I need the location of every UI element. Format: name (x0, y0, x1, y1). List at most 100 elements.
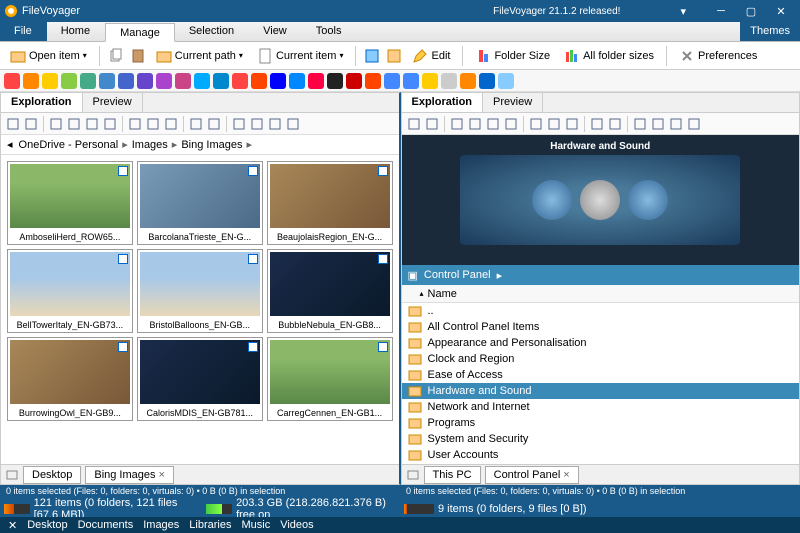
lock-icon[interactable] (23, 116, 39, 132)
close-tab-icon[interactable]: × (563, 469, 569, 481)
launcher-icon-19[interactable] (365, 73, 381, 89)
launcher-icon-21[interactable] (403, 73, 419, 89)
preferences-button[interactable]: Preferences (675, 46, 761, 66)
thumbnail-item[interactable]: CarregCennen_EN-GB1... (267, 337, 393, 421)
folder-icon[interactable] (406, 116, 422, 132)
quick-documents[interactable]: Documents (78, 519, 134, 531)
up-icon[interactable] (686, 116, 702, 132)
tree-icon[interactable] (528, 116, 544, 132)
group-icon[interactable] (607, 116, 623, 132)
launcher-icon-25[interactable] (479, 73, 495, 89)
tab-preview[interactable]: Preview (483, 93, 543, 112)
quick-videos[interactable]: Videos (280, 519, 313, 531)
launcher-icon-20[interactable] (384, 73, 400, 89)
breadcrumb-seg[interactable]: Control Panel (424, 269, 491, 281)
all-folder-sizes-button[interactable]: All folder sizes (560, 46, 658, 66)
tiles-view-icon[interactable] (485, 116, 501, 132)
list-item[interactable]: Network and Internet (402, 399, 800, 415)
tiles-view-icon[interactable] (84, 116, 100, 132)
launcher-icon-11[interactable] (213, 73, 229, 89)
close-quickbar-icon[interactable]: ✕ (8, 519, 17, 532)
launcher-icon-4[interactable] (80, 73, 96, 89)
up-icon[interactable] (285, 116, 301, 132)
news-dropdown-icon[interactable]: ▾ (680, 5, 686, 18)
list-item[interactable]: Ease of Access (402, 367, 800, 383)
list-view-icon[interactable] (48, 116, 64, 132)
filter-icon[interactable] (163, 116, 179, 132)
thumbnails-view-icon[interactable] (102, 116, 118, 132)
forward-icon[interactable] (668, 116, 684, 132)
file-list[interactable]: ..All Control Panel ItemsAppearance and … (402, 303, 800, 464)
filter-icon[interactable] (564, 116, 580, 132)
launcher-icon-16[interactable] (308, 73, 324, 89)
thumbnails-view-icon[interactable] (503, 116, 519, 132)
list-item[interactable]: Clock and Region (402, 351, 800, 367)
menu-manage[interactable]: Manage (105, 23, 175, 42)
back-icon[interactable] (249, 116, 265, 132)
close-tab-icon[interactable]: × (159, 469, 165, 481)
tree-icon[interactable] (127, 116, 143, 132)
action1-icon[interactable] (364, 48, 380, 64)
thumbnail-item[interactable]: BurrowingOwl_EN-GB9... (7, 337, 133, 421)
edit-button[interactable]: Edit (408, 46, 454, 66)
menu-selection[interactable]: Selection (175, 22, 249, 41)
launcher-icon-22[interactable] (422, 73, 438, 89)
columns-icon[interactable] (145, 116, 161, 132)
launcher-icon-8[interactable] (156, 73, 172, 89)
tab-exploration[interactable]: Exploration (1, 93, 83, 112)
list-view-icon[interactable] (449, 116, 465, 132)
launcher-icon-10[interactable] (194, 73, 210, 89)
breadcrumb-back-icon[interactable]: ◂ (7, 138, 13, 151)
breadcrumb-seg[interactable]: Bing Images (181, 139, 242, 151)
thumbnail-item[interactable]: BarcolanaTrieste_EN-G... (137, 161, 263, 245)
launcher-icon-2[interactable] (42, 73, 58, 89)
thumbnail-item[interactable]: AmboseliHerd_ROW65... (7, 161, 133, 245)
current-path-button[interactable]: Current path▾ (152, 46, 247, 66)
minimize-button[interactable]: ─ (706, 5, 736, 17)
thumbnail-item[interactable]: BubbleNebula_EN-GB8... (267, 249, 393, 333)
refresh-icon[interactable] (231, 116, 247, 132)
list-item[interactable]: User Accounts (402, 447, 800, 463)
lock-icon[interactable] (424, 116, 440, 132)
sort-icon[interactable] (589, 116, 605, 132)
folder-size-button[interactable]: Folder Size (471, 46, 554, 66)
launcher-icon-23[interactable] (441, 73, 457, 89)
launcher-icon-0[interactable] (4, 73, 20, 89)
list-item[interactable]: All Control Panel Items (402, 319, 800, 335)
tab-exploration[interactable]: Exploration (402, 93, 484, 112)
launcher-icon-15[interactable] (289, 73, 305, 89)
menu-file[interactable]: File (0, 22, 47, 41)
launcher-icon-12[interactable] (232, 73, 248, 89)
menu-tools[interactable]: Tools (302, 22, 357, 41)
launcher-icon-3[interactable] (61, 73, 77, 89)
refresh-icon[interactable] (632, 116, 648, 132)
sort-icon[interactable] (188, 116, 204, 132)
thumbnail-item[interactable]: BristolBalloons_EN-GB... (137, 249, 263, 333)
details-view-icon[interactable] (467, 116, 483, 132)
launcher-icon-18[interactable] (346, 73, 362, 89)
menu-view[interactable]: View (249, 22, 302, 41)
close-button[interactable]: ✕ (766, 5, 796, 18)
details-view-icon[interactable] (66, 116, 82, 132)
news-link[interactable]: FileVoyager 21.1.2 released! (493, 6, 620, 17)
quick-music[interactable]: Music (241, 519, 270, 531)
back-icon[interactable] (650, 116, 666, 132)
tab-preview[interactable]: Preview (83, 93, 143, 112)
menu-themes[interactable]: Themes (740, 22, 800, 41)
thumbnail-item[interactable]: CalorisMDIS_EN-GB781... (137, 337, 263, 421)
launcher-icon-1[interactable] (23, 73, 39, 89)
thumbnail-item[interactable]: BeaujolaisRegion_EN-G... (267, 161, 393, 245)
quick-desktop[interactable]: Desktop (27, 519, 67, 531)
launcher-icon-7[interactable] (137, 73, 153, 89)
list-header[interactable]: ▴ Name (402, 285, 800, 303)
thumbnail-item[interactable]: BellTowerItaly_EN-GB73... (7, 249, 133, 333)
quick-images[interactable]: Images (143, 519, 179, 531)
breadcrumb-seg[interactable]: Images (132, 139, 168, 151)
location-tab[interactable]: Control Panel× (485, 466, 579, 484)
launcher-icon-5[interactable] (99, 73, 115, 89)
paste-icon[interactable] (130, 48, 146, 64)
new-tab-button[interactable] (406, 468, 420, 482)
maximize-button[interactable]: ▢ (736, 5, 766, 18)
launcher-icon-17[interactable] (327, 73, 343, 89)
launcher-icon-6[interactable] (118, 73, 134, 89)
